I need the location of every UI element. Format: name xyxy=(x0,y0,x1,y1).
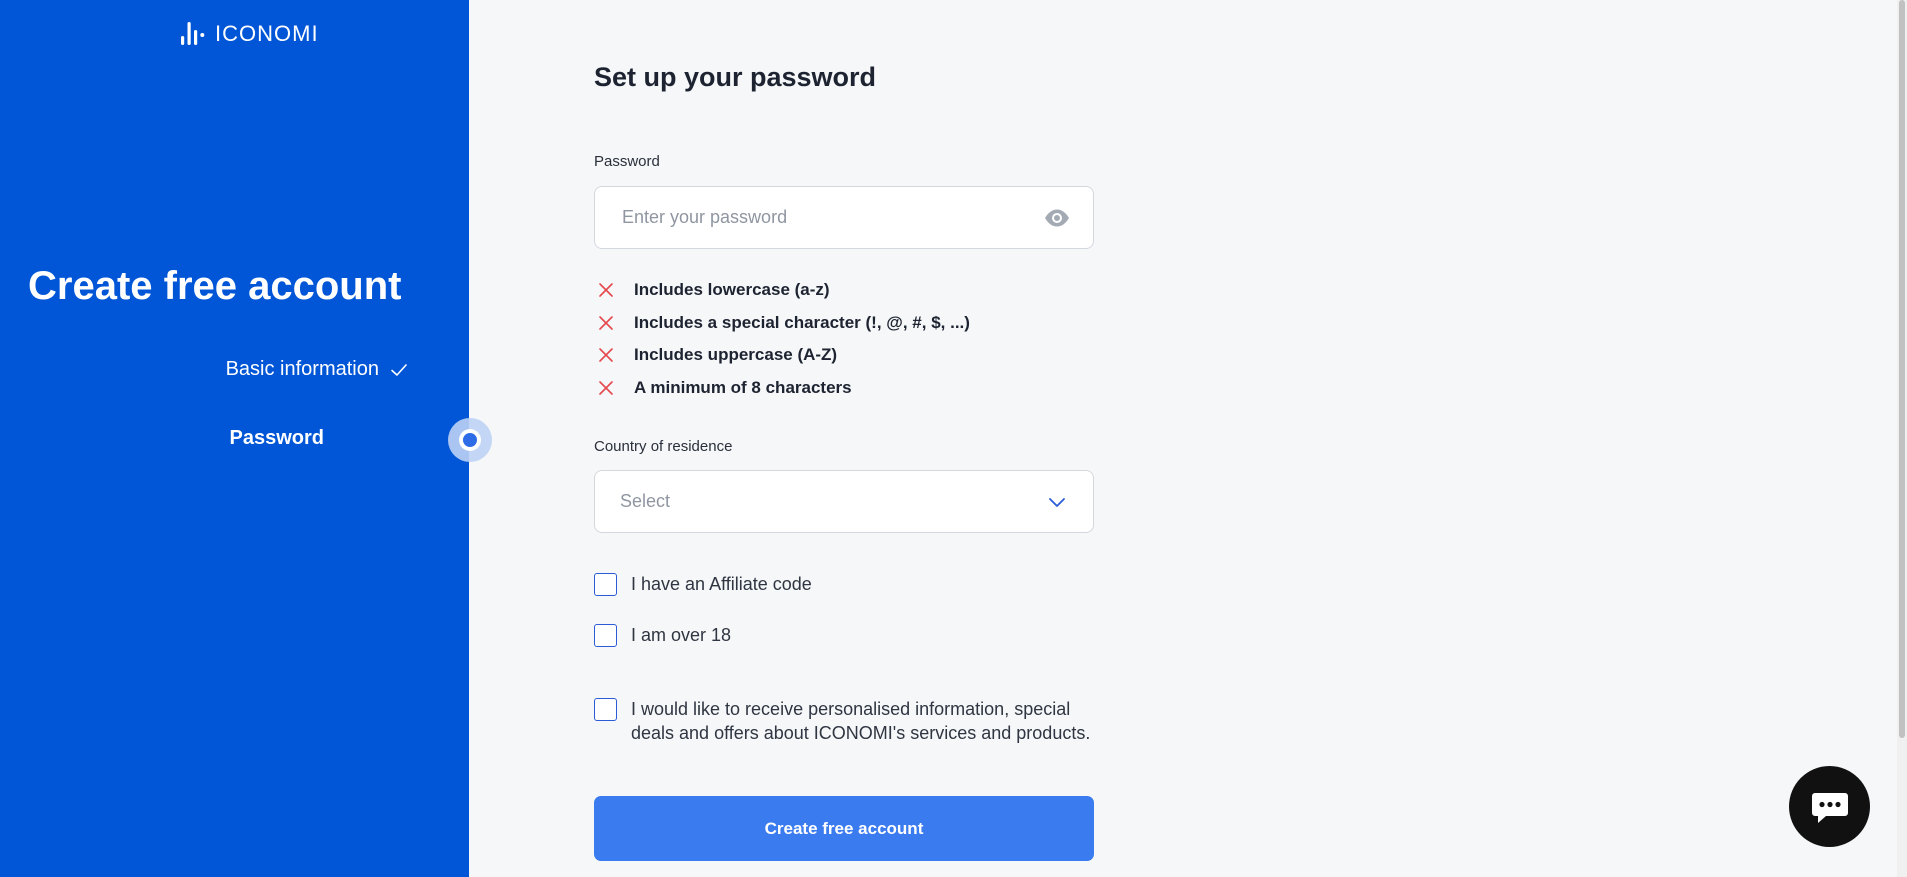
country-select[interactable]: Select xyxy=(594,470,1094,533)
age-checkbox-row[interactable]: I am over 18 xyxy=(594,623,731,647)
password-input[interactable] xyxy=(620,206,1020,229)
password-rule: Includes lowercase (a-z) xyxy=(594,274,970,307)
password-field xyxy=(594,186,1094,249)
password-label: Password xyxy=(594,153,660,170)
country-label: Country of residence xyxy=(594,438,733,455)
password-rule: A minimum of 8 characters xyxy=(594,372,970,405)
logo-text: ICONOMI xyxy=(215,21,319,46)
step-password[interactable]: Password xyxy=(230,427,324,450)
marketing-label: I would like to receive personalised inf… xyxy=(631,699,1091,743)
country-select-value: Select xyxy=(620,491,671,511)
check-icon xyxy=(391,363,407,376)
password-rule-text: Includes lowercase (a-z) xyxy=(634,280,830,300)
sidebar: ICONOMI Create free account Basic inform… xyxy=(0,0,469,877)
step-label: Password xyxy=(229,427,324,449)
scrollbar-thumb[interactable] xyxy=(1899,0,1905,738)
affiliate-code-checkbox-row[interactable]: I have an Affiliate code xyxy=(594,572,812,596)
step-basic-information[interactable]: Basic information xyxy=(226,358,409,381)
chat-icon xyxy=(1811,792,1848,823)
chat-button[interactable] xyxy=(1789,766,1870,847)
marketing-checkbox-row[interactable]: I would like to receive personalised inf… xyxy=(594,697,1094,745)
chevron-down-icon xyxy=(1049,497,1065,507)
password-rule-text: Includes uppercase (A-Z) xyxy=(634,345,838,365)
password-rule-text: A minimum of 8 characters xyxy=(634,377,852,397)
affiliate-code-checkbox[interactable] xyxy=(594,573,617,596)
iconomi-logo-icon xyxy=(181,22,205,45)
create-account-button[interactable]: Create free account xyxy=(594,796,1094,861)
age-label: I am over 18 xyxy=(631,625,732,645)
age-checkbox[interactable] xyxy=(594,624,617,647)
page-scrollbar[interactable] xyxy=(1897,0,1907,877)
page-title: Set up your password xyxy=(594,62,877,92)
x-icon xyxy=(599,315,613,330)
password-rule: Includes a special character (!, @, #, $… xyxy=(594,307,970,340)
eye-icon[interactable] xyxy=(1043,204,1071,232)
step-label: Basic information xyxy=(225,358,379,380)
current-step-indicator-ring xyxy=(459,429,481,451)
password-rules: Includes lowercase (a-z) Includes a spec… xyxy=(594,274,970,404)
current-step-indicator-core xyxy=(463,433,477,447)
marketing-checkbox[interactable] xyxy=(594,698,617,721)
x-icon xyxy=(599,380,613,395)
x-icon xyxy=(599,348,613,363)
affiliate-code-label: I have an Affiliate code xyxy=(631,574,812,594)
current-step-indicator xyxy=(448,418,492,462)
logo[interactable]: ICONOMI xyxy=(179,20,319,48)
password-rule-text: Includes a special character (!, @, #, $… xyxy=(634,312,970,332)
x-icon xyxy=(599,283,613,298)
password-rule: Includes uppercase (A-Z) xyxy=(594,339,970,372)
sidebar-title: Create free account xyxy=(28,264,402,308)
